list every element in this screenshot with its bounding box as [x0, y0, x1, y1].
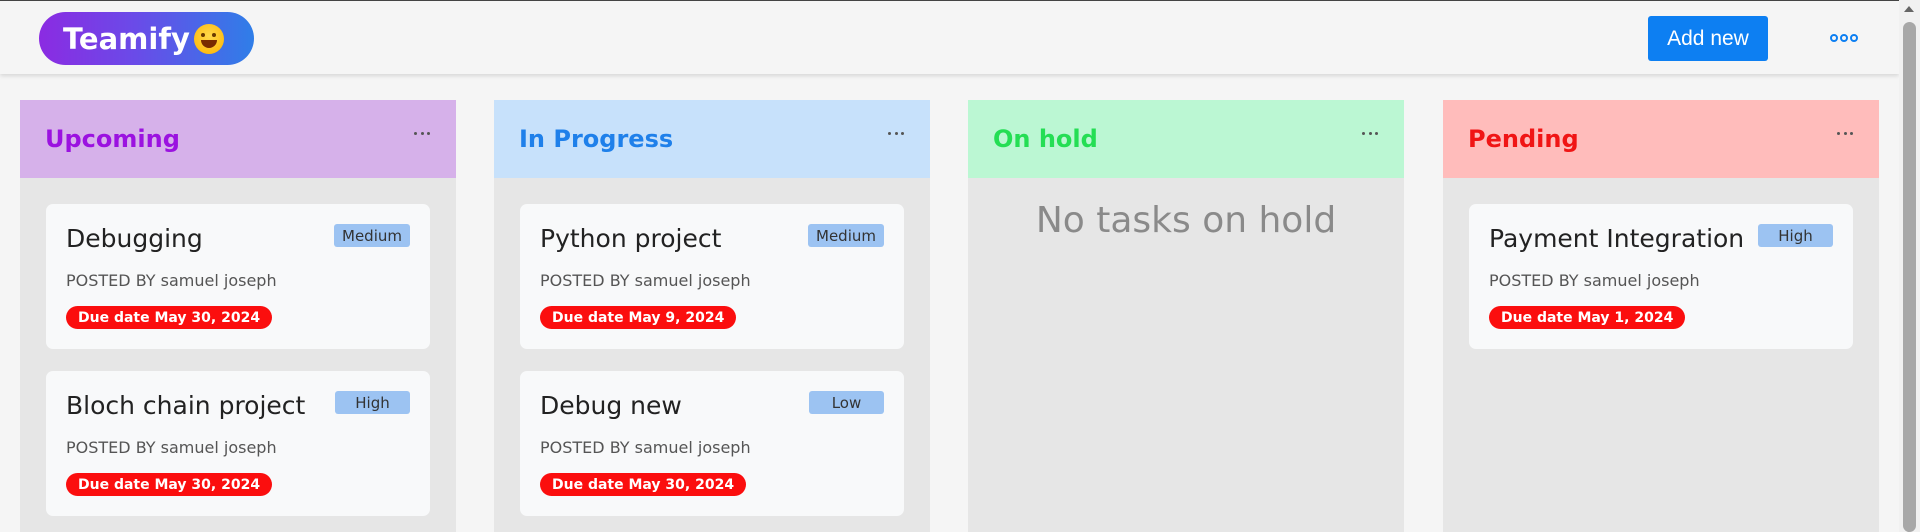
task-title: Bloch chain project	[66, 391, 306, 420]
column-in-progress: In Progress Python project Medium POSTED…	[494, 100, 930, 532]
page-scrollbar[interactable]	[1899, 0, 1920, 532]
task-card[interactable]: Python project Medium POSTED BY samuel j…	[520, 204, 904, 349]
logo-text: Teamify	[63, 21, 190, 56]
task-card[interactable]: Debug new Low POSTED BY samuel joseph Du…	[520, 371, 904, 516]
column-header: Upcoming	[20, 100, 456, 178]
posted-by: POSTED BY samuel joseph	[1489, 271, 1700, 290]
column-menu-icon[interactable]	[1837, 130, 1853, 136]
priority-badge: Medium	[334, 224, 410, 247]
column-on-hold: On hold No tasks on hold	[968, 100, 1404, 532]
due-date-badge: Due date May 30, 2024	[540, 473, 747, 496]
task-title: Python project	[540, 224, 722, 253]
posted-by: POSTED BY samuel joseph	[66, 438, 277, 457]
due-date-badge: Due date May 9, 2024	[540, 306, 737, 329]
task-title: Payment Integration	[1489, 224, 1745, 253]
more-options-icon[interactable]	[1830, 31, 1858, 45]
due-date-badge: Due date May 30, 2024	[66, 306, 273, 329]
column-menu-icon[interactable]	[1362, 130, 1378, 136]
task-card[interactable]: Payment Integration High POSTED BY samue…	[1469, 204, 1853, 349]
scroll-up-icon[interactable]	[1904, 6, 1914, 12]
column-title: In Progress	[519, 125, 674, 153]
grinning-face-icon	[193, 23, 224, 54]
column-header: Pending	[1443, 100, 1879, 178]
due-date-badge: Due date May 30, 2024	[66, 473, 273, 496]
priority-badge: High	[335, 391, 410, 414]
column-header: On hold	[968, 100, 1404, 178]
column-title: Pending	[1468, 125, 1579, 153]
column-menu-icon[interactable]	[888, 130, 904, 136]
column-title: Upcoming	[45, 125, 180, 153]
column-menu-icon[interactable]	[414, 130, 430, 136]
posted-by: POSTED BY samuel joseph	[66, 271, 277, 290]
app-logo[interactable]: Teamify	[39, 12, 254, 65]
scrollbar-thumb[interactable]	[1903, 22, 1916, 532]
due-date-badge: Due date May 1, 2024	[1489, 306, 1686, 329]
column-upcoming: Upcoming Debugging Medium POSTED BY samu…	[20, 100, 456, 532]
priority-badge: Medium	[808, 224, 884, 247]
app-header: Teamify Add new	[0, 0, 1899, 74]
priority-badge: Low	[809, 391, 884, 414]
posted-by: POSTED BY samuel joseph	[540, 271, 751, 290]
task-card[interactable]: Debugging Medium POSTED BY samuel joseph…	[46, 204, 430, 349]
empty-state-message: No tasks on hold	[1035, 200, 1337, 241]
task-title: Debugging	[66, 224, 203, 253]
posted-by: POSTED BY samuel joseph	[540, 438, 751, 457]
column-header: In Progress	[494, 100, 930, 178]
column-title: On hold	[993, 125, 1098, 153]
add-new-button[interactable]: Add new	[1648, 16, 1768, 61]
column-pending: Pending Payment Integration High POSTED …	[1443, 100, 1879, 532]
priority-badge: High	[1758, 224, 1833, 247]
task-title: Debug new	[540, 391, 682, 420]
task-card[interactable]: Bloch chain project High POSTED BY samue…	[46, 371, 430, 516]
